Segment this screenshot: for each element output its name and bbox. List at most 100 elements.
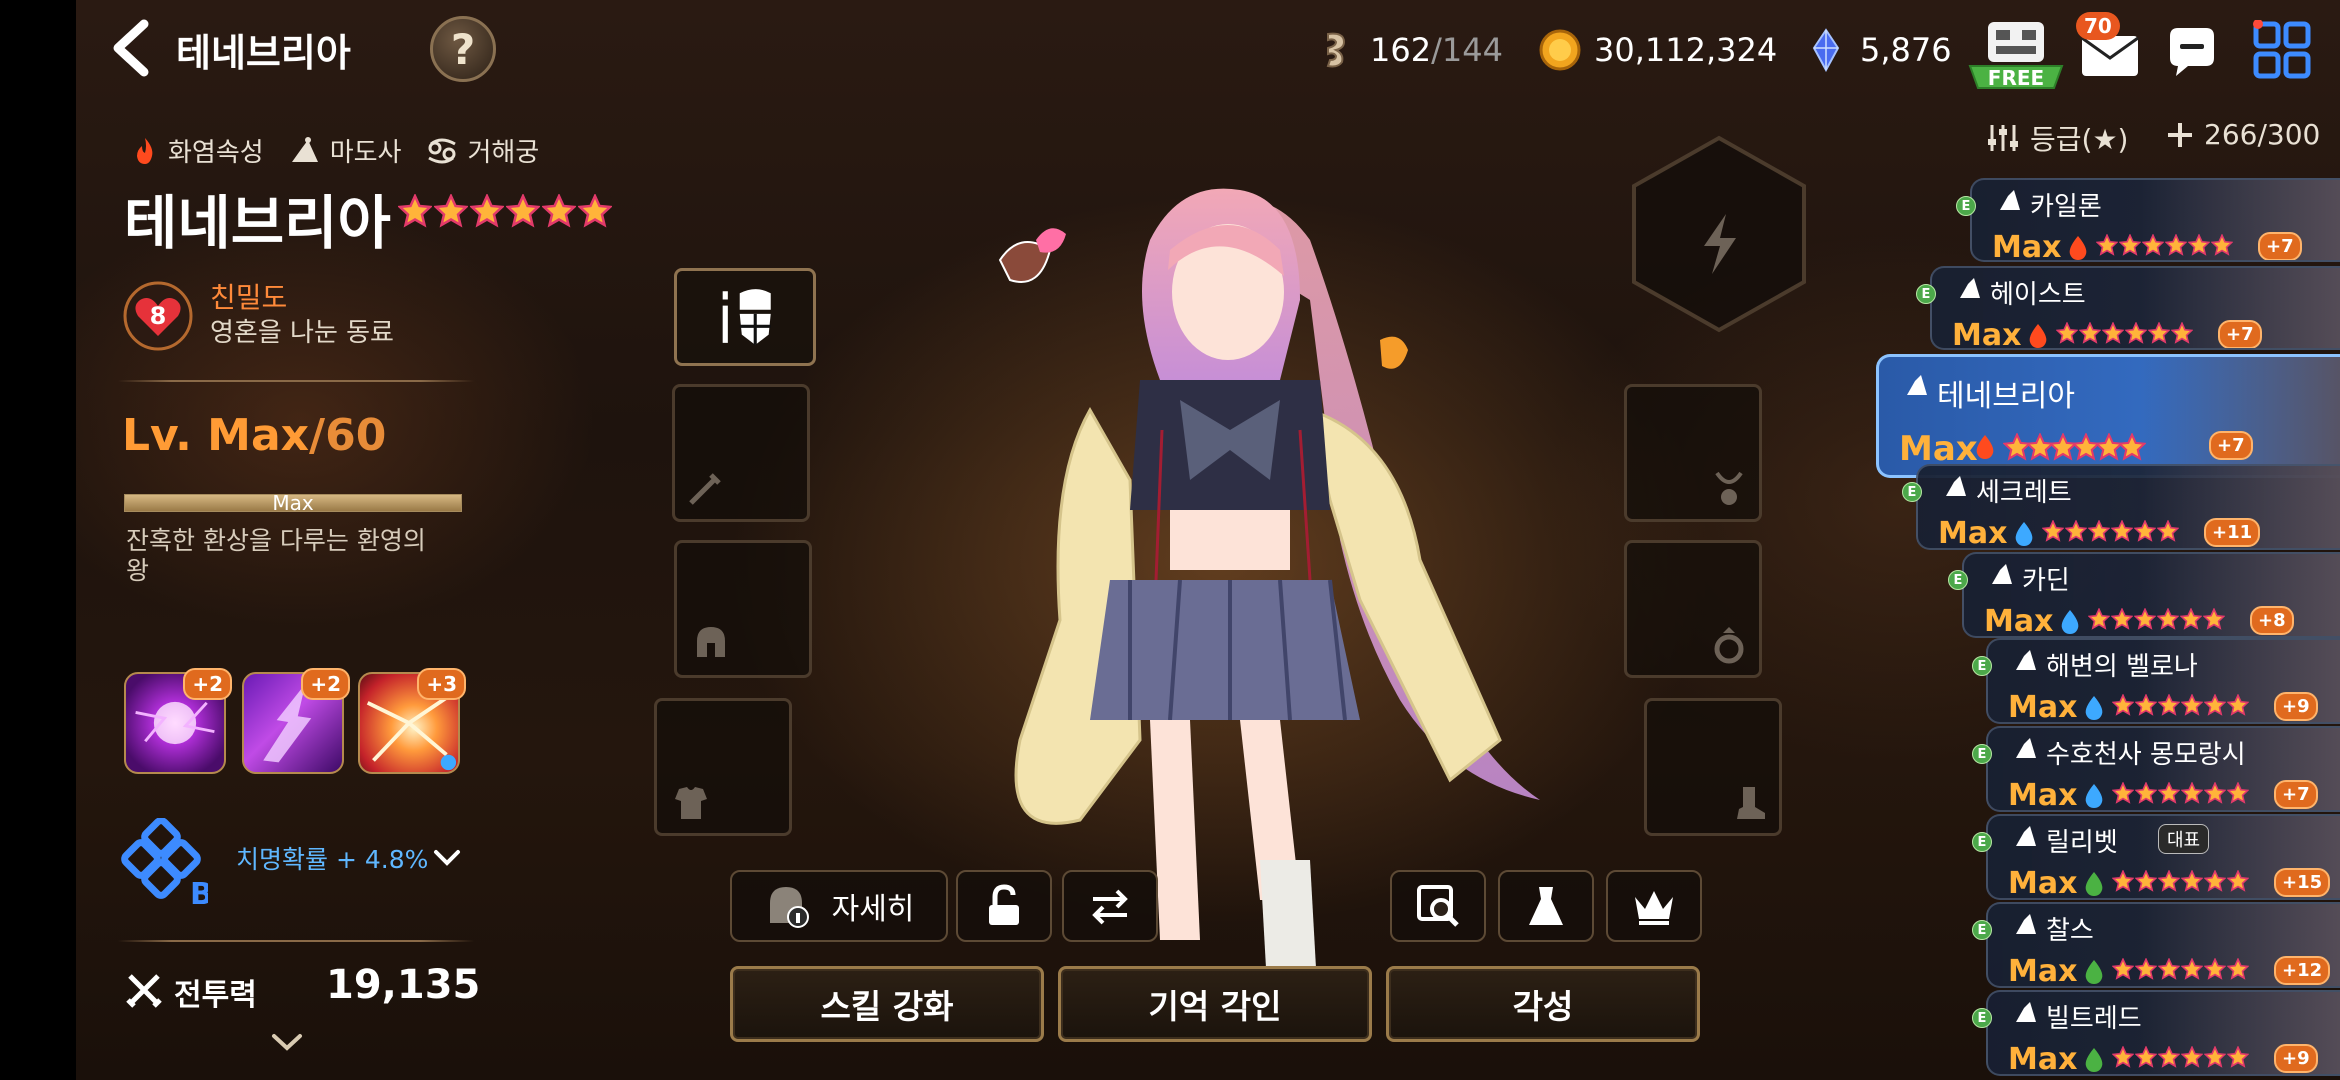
star-icon [541, 192, 577, 228]
helmet-slot[interactable] [674, 540, 812, 678]
awaken-button[interactable]: 각성 [1386, 966, 1700, 1042]
crystal-icon [1812, 28, 1840, 72]
costume-button[interactable] [1498, 870, 1594, 942]
back-button[interactable] [104, 18, 164, 78]
star-icon [2226, 957, 2250, 980]
skill-enhance-button[interactable]: 스킬 강화 [730, 966, 1044, 1042]
star-icon [2041, 519, 2065, 542]
star-icon [2025, 432, 2055, 461]
roster-level-max: Max [2008, 866, 2078, 900]
lock-button[interactable] [956, 870, 1052, 942]
main-menu-button[interactable] [2252, 19, 2312, 80]
expand-chevron-icon[interactable] [270, 1030, 304, 1054]
detail-button[interactable]: 자세히 [730, 870, 948, 942]
star-icon [2048, 432, 2078, 461]
roster-enhance-badge: +12 [2274, 956, 2331, 985]
roster-enhance-badge: +11 [2204, 518, 2261, 547]
ice-element-icon [2012, 520, 2036, 548]
roster-level-max: Max [1938, 516, 2008, 550]
roster-hero-name: 카딘 [2022, 566, 2070, 596]
memory-imprint-button[interactable]: 기억 각인 [1058, 966, 1372, 1042]
free-shop-button[interactable]: FREE [1966, 14, 2066, 94]
roster-card[interactable]: 빌트레드 Max +9 [1986, 990, 2340, 1076]
skill-3-button[interactable]: +3 [358, 668, 466, 774]
stamina-counter[interactable]: 162/144 [1314, 28, 1503, 72]
class-icon [2012, 646, 2040, 674]
set-effect-icon[interactable]: B [118, 817, 213, 912]
combat-power-value: 19,135 [326, 962, 481, 1008]
roster-card[interactable]: 카딘 Max +8 [1962, 552, 2340, 638]
earth-element-icon [2082, 870, 2106, 898]
star-icon [2111, 1045, 2135, 1068]
ring-slot[interactable] [1624, 540, 1762, 678]
roster-card[interactable]: 카일론 Max +7 [1970, 178, 2340, 262]
star-icon [2203, 693, 2227, 716]
star-icon [2180, 1045, 2204, 1068]
boots-slot[interactable] [1644, 698, 1782, 836]
star-icon [2134, 693, 2158, 716]
help-button[interactable]: ? [430, 16, 496, 82]
armor-slot[interactable] [654, 698, 792, 836]
star-icon [2055, 321, 2079, 344]
hero-roster-list: 카일론 Max +7 E 헤이스트 Max +7 E 테네브리아 Max +7 세크레트 Max +11 E… [1860, 178, 2340, 1080]
roster-card[interactable]: 헤이스트 Max +7 [1930, 266, 2340, 350]
star-icon [2147, 321, 2171, 344]
gear-overview-button[interactable] [674, 268, 816, 366]
roster-enhance-badge: +9 [2274, 692, 2318, 721]
roster-card[interactable]: 찰스 Max +12 [1986, 902, 2340, 988]
star-icon [2164, 233, 2188, 256]
skill-1-button[interactable]: +2 [124, 668, 232, 774]
specialty-button[interactable] [1606, 870, 1702, 942]
attribute-class[interactable]: 마도사 [288, 132, 401, 169]
roster-hero-name: 세크레트 [1976, 478, 2072, 508]
weapon-slot[interactable] [672, 384, 810, 522]
star-icon [505, 192, 541, 228]
page-title: 테네브리아 [176, 31, 351, 75]
chain-set-icon: B [121, 817, 213, 912]
star-icon [2133, 607, 2157, 630]
equipment-badge-icon: E [1948, 570, 1968, 590]
necklace-slot[interactable] [1624, 384, 1762, 522]
crystal-counter[interactable]: 5,876 [1804, 28, 1952, 72]
gold-counter[interactable]: 30,112,324 [1538, 28, 1777, 72]
roster-card[interactable]: 세크레트 Max +11 [1916, 464, 2340, 550]
attribute-element[interactable]: 화염속성 [130, 132, 264, 169]
roster-star-rating [2111, 693, 2250, 716]
roster-card[interactable]: 릴리벳 대표 Max +15 [1986, 814, 2340, 900]
star-icon [2179, 607, 2203, 630]
swap-button[interactable] [1062, 870, 1158, 942]
chat-button[interactable] [2164, 24, 2220, 80]
roster-card[interactable]: 수호천사 몽모랑시 Max +7 [1986, 726, 2340, 812]
equipment-badge-icon: E [1956, 196, 1976, 216]
swap-arrows-icon [1092, 889, 1128, 925]
roster-card[interactable]: 테네브리아 Max +7 [1876, 354, 2340, 478]
star-icon [2134, 957, 2158, 980]
bond-heart-icon[interactable]: 8 [122, 280, 194, 352]
star-icon [2111, 957, 2135, 980]
stamina-icon [1326, 32, 1346, 68]
gold-coin-icon [1539, 29, 1581, 71]
class-icon [1988, 560, 2016, 588]
bond-level: 8 [150, 302, 167, 330]
exp-label: Max [272, 491, 314, 515]
mail-button[interactable]: 70 [2076, 12, 2146, 82]
exp-bar: Max [124, 491, 462, 515]
star-icon [2064, 519, 2088, 542]
skill-2-button[interactable]: +2 [242, 668, 350, 774]
roster-capacity[interactable]: 266/300 [2166, 118, 2320, 151]
roster-card[interactable]: 해변의 벨로나 Max +9 [1986, 638, 2340, 724]
zoom-view-button[interactable] [1390, 870, 1486, 942]
chevron-down-icon[interactable] [432, 846, 462, 868]
roster-star-rating [2111, 1045, 2250, 1068]
artifact-slot[interactable] [1628, 134, 1810, 334]
divider [118, 380, 474, 382]
sort-button[interactable]: 등급(★) [1986, 118, 2128, 158]
star-icon [397, 192, 433, 228]
bond-description: 영혼을 나눈 동료 [210, 318, 394, 348]
attribute-zodiac[interactable]: 거해궁 [425, 132, 539, 169]
roster-star-rating [2095, 233, 2234, 256]
class-icon [1956, 274, 1984, 302]
star-icon [2134, 1045, 2158, 1068]
gold-amount: 30,112,324 [1594, 31, 1778, 69]
star-icon [2111, 781, 2135, 804]
